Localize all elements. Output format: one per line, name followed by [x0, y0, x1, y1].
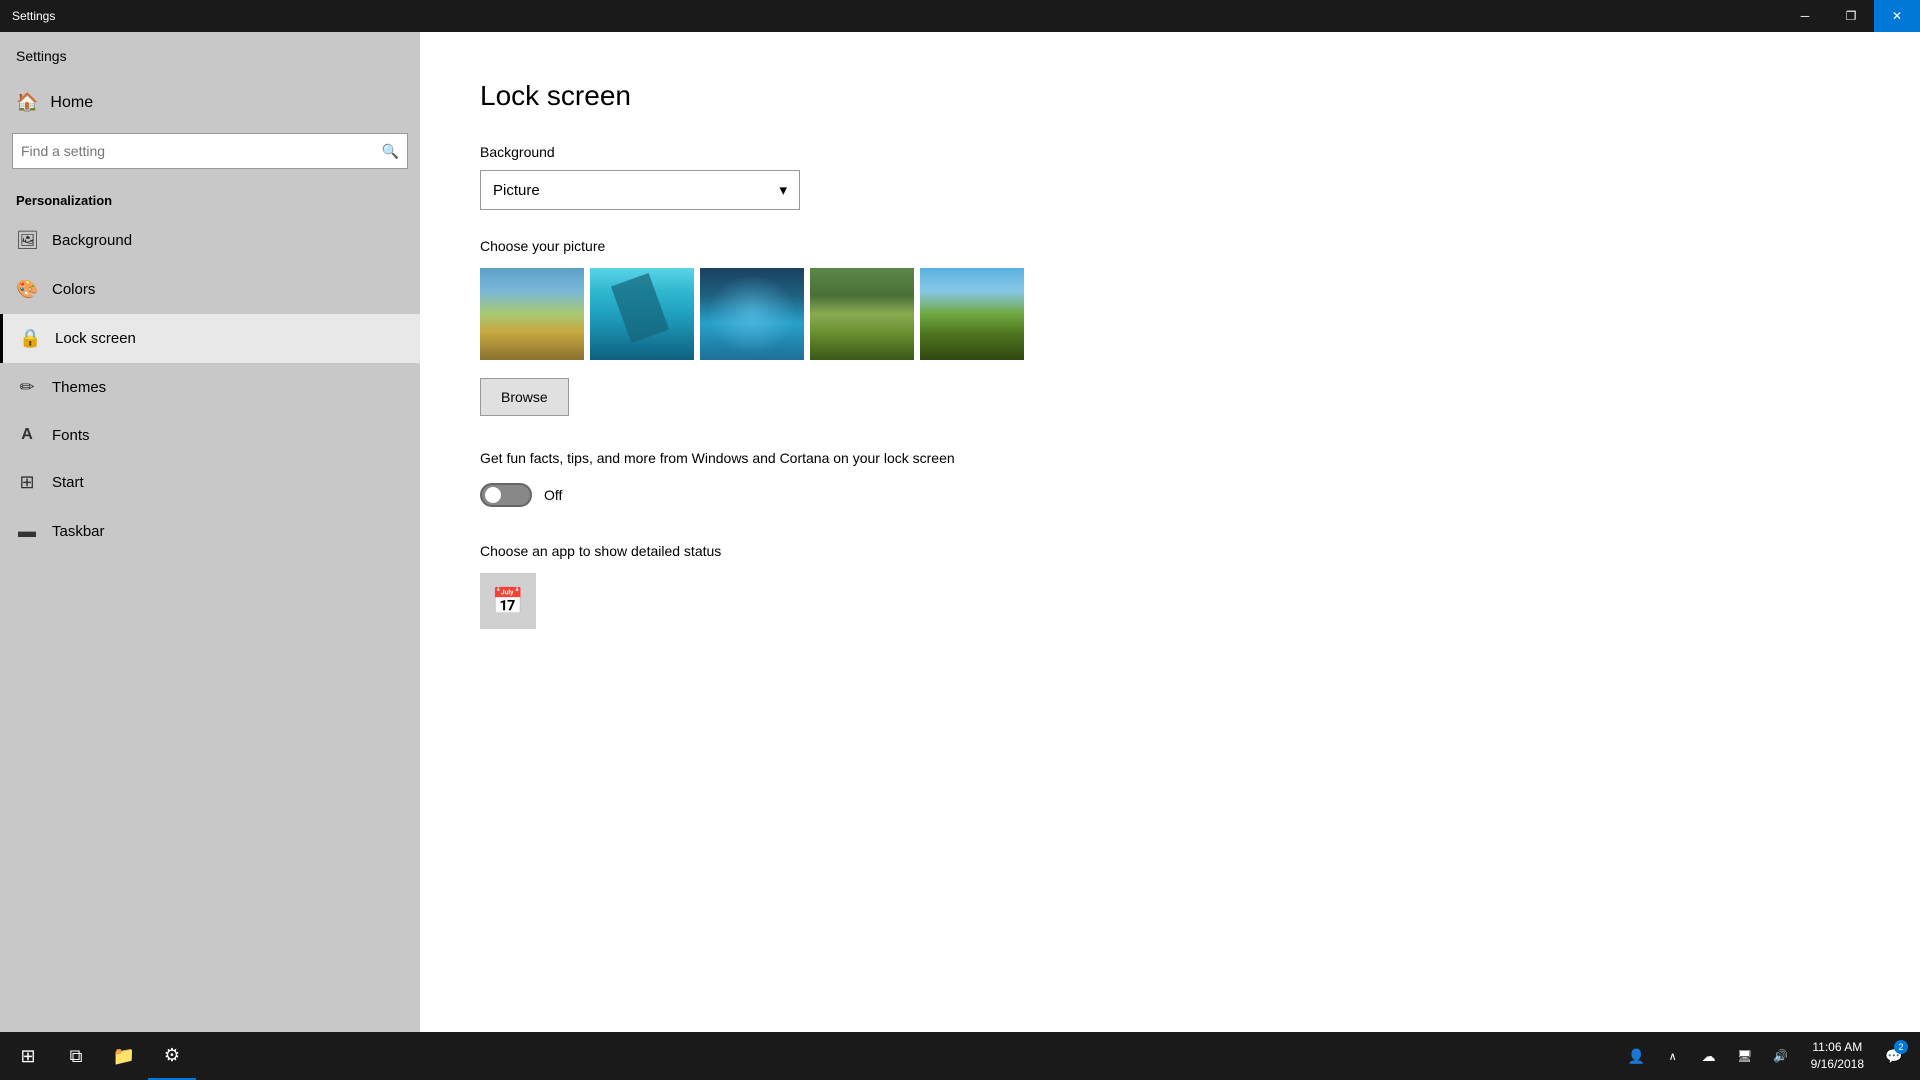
sidebar: Settings 🏠 Home 🔍 Personalization 🖼 Back…	[0, 32, 420, 1032]
settings-icon: ⚙	[164, 1045, 180, 1066]
lock-icon: 🔒	[19, 328, 41, 349]
sidebar-item-label: Colors	[52, 281, 95, 298]
clock-date: 9/16/2018	[1811, 1056, 1864, 1073]
cortana-toggle[interactable]	[480, 483, 532, 507]
notification-badge: 2	[1894, 1040, 1908, 1054]
fonts-icon: A	[16, 426, 38, 444]
background-label: Background	[480, 144, 1860, 160]
search-icon: 🔍	[382, 143, 399, 160]
sidebar-item-label: Background	[52, 232, 132, 249]
pictures-row	[480, 268, 1860, 360]
background-icon: 🖼	[16, 230, 38, 251]
sidebar-item-label: Taskbar	[52, 523, 105, 540]
sidebar-item-label: Themes	[52, 379, 106, 396]
task-view-icon: ⧉	[70, 1046, 83, 1067]
main-content: Lock screen Background Picture ▾ Choose …	[420, 32, 1920, 1032]
sidebar-home-button[interactable]: 🏠 Home	[0, 80, 420, 125]
toggle-row: Off	[480, 483, 1860, 507]
calendar-icon: 📅	[492, 586, 524, 617]
sidebar-item-label: Start	[52, 474, 84, 491]
choose-picture-label: Choose your picture	[480, 238, 1860, 254]
start-icon: ⊞	[20, 1046, 35, 1067]
page-title: Lock screen	[480, 80, 1860, 112]
picture-thumb-1[interactable]	[480, 268, 584, 360]
picture-thumb-3[interactable]	[700, 268, 804, 360]
toggle-label: Off	[544, 487, 562, 503]
network-button[interactable]: 🖥	[1727, 1032, 1763, 1080]
sidebar-item-lock-screen[interactable]: 🔒 Lock screen	[0, 314, 420, 363]
sidebar-item-colors[interactable]: 🎨 Colors	[0, 265, 420, 314]
search-input[interactable]	[21, 143, 382, 159]
dropdown-arrow: ▾	[779, 181, 787, 199]
taskbar: ⊞ ⧉ 📁 ⚙ 👤 ∧ ☁ 🖥 🔊	[0, 1032, 1920, 1080]
titlebar-controls: ─ ❐ ✕	[1782, 0, 1920, 32]
file-explorer-icon: 📁	[113, 1046, 135, 1067]
browse-button[interactable]: Browse	[480, 378, 569, 416]
sidebar-item-label: Fonts	[52, 427, 90, 444]
sidebar-app-title: Settings	[0, 40, 420, 80]
picture-thumb-4[interactable]	[810, 268, 914, 360]
taskbar-sys-icons: 👤 ∧ ☁ 🖥 🔊	[1619, 1032, 1799, 1080]
sidebar-item-label: Lock screen	[55, 330, 136, 347]
sidebar-item-taskbar[interactable]: ▬ Taskbar	[0, 507, 420, 556]
notification-button[interactable]: 💬 2	[1876, 1032, 1912, 1080]
sidebar-item-start[interactable]: ⊞ Start	[0, 458, 420, 507]
chevron-icon: ∧	[1669, 1050, 1677, 1063]
picture-thumb-2[interactable]	[590, 268, 694, 360]
toggle-thumb	[485, 487, 501, 503]
people-icon: 👤	[1628, 1048, 1645, 1065]
dropdown-value: Picture	[493, 182, 540, 199]
calendar-app-icon[interactable]: 📅	[480, 573, 536, 629]
minimize-button[interactable]: ─	[1782, 0, 1828, 32]
start-button[interactable]: ⊞	[4, 1032, 52, 1080]
sidebar-item-themes[interactable]: ✏ Themes	[0, 363, 420, 412]
background-section: Background Picture ▾	[480, 144, 1860, 210]
network-icon: 🖥	[1737, 1049, 1752, 1063]
search-box: 🔍	[12, 133, 408, 169]
taskbar-icon-nav: ▬	[16, 521, 38, 542]
restore-button[interactable]: ❐	[1828, 0, 1874, 32]
sidebar-item-background[interactable]: 🖼 Background	[0, 216, 420, 265]
sidebar-section-title: Personalization	[0, 185, 420, 216]
chevron-button[interactable]: ∧	[1655, 1032, 1691, 1080]
clock-time: 11:06 AM	[1811, 1039, 1864, 1056]
close-button[interactable]: ✕	[1874, 0, 1920, 32]
titlebar-title: Settings	[12, 9, 55, 23]
sidebar-item-fonts[interactable]: A Fonts	[0, 412, 420, 458]
sidebar-home-label: Home	[50, 94, 93, 112]
onedrive-icon: ☁	[1702, 1048, 1716, 1065]
themes-icon: ✏	[16, 377, 38, 398]
people-icon-button[interactable]: 👤	[1619, 1032, 1655, 1080]
settings-app-button[interactable]: ⚙	[148, 1032, 196, 1080]
titlebar: Settings ─ ❐ ✕	[0, 0, 1920, 32]
taskbar-pinned-apps: ⧉ 📁 ⚙	[52, 1032, 196, 1080]
home-icon: 🏠	[16, 92, 38, 113]
file-explorer-button[interactable]: 📁	[100, 1032, 148, 1080]
volume-icon: 🔊	[1773, 1049, 1788, 1063]
taskbar-clock[interactable]: 11:06 AM 9/16/2018	[1805, 1035, 1870, 1077]
task-view-button[interactable]: ⧉	[52, 1032, 100, 1080]
background-dropdown[interactable]: Picture ▾	[480, 170, 800, 210]
cortana-label: Get fun facts, tips, and more from Windo…	[480, 448, 1080, 469]
app-status-label: Choose an app to show detailed status	[480, 543, 1860, 559]
colors-icon: 🎨	[16, 279, 38, 300]
picture-thumb-5[interactable]	[920, 268, 1024, 360]
onedrive-button[interactable]: ☁	[1691, 1032, 1727, 1080]
taskbar-right: 👤 ∧ ☁ 🖥 🔊 11:06 AM 9/16/2018 💬 2	[1619, 1032, 1912, 1080]
volume-button[interactable]: 🔊	[1763, 1032, 1799, 1080]
start-icon: ⊞	[16, 472, 38, 493]
app-container: Settings 🏠 Home 🔍 Personalization 🖼 Back…	[0, 32, 1920, 1032]
